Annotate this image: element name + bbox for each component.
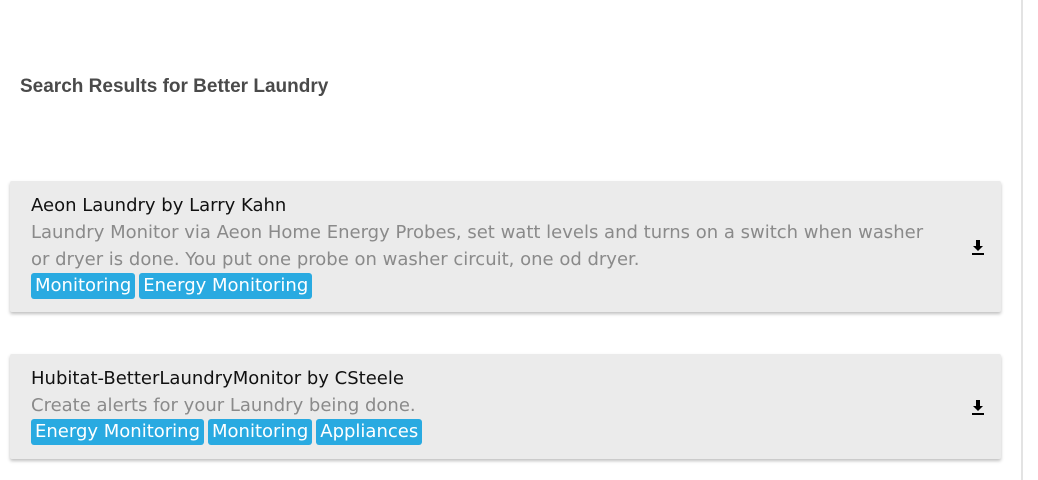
tag-badge[interactable]: Energy Monitoring (139, 273, 313, 299)
tag-list: Monitoring Energy Monitoring (31, 273, 931, 299)
tag-list: Energy Monitoring Monitoring Appliances (31, 419, 931, 445)
scrollbar-track[interactable] (1021, 0, 1023, 480)
tag-badge[interactable]: Monitoring (208, 419, 313, 445)
result-title[interactable]: Hubitat-BetterLaundryMonitor by CSteele (31, 366, 931, 392)
tag-badge[interactable]: Energy Monitoring (31, 419, 204, 445)
result-description: Create alerts for your Laundry being don… (31, 395, 416, 416)
result-card[interactable]: Hubitat-BetterLaundryMonitor by CSteele … (10, 354, 1001, 459)
download-icon (972, 400, 984, 415)
search-results-page: Search Results for Better Laundry Aeon L… (0, 0, 1038, 480)
page-title: Search Results for Better Laundry (20, 76, 329, 97)
result-description: Laundry Monitor via Aeon Home Energy Pro… (31, 222, 924, 270)
download-icon (972, 240, 984, 255)
download-icon[interactable] (969, 238, 987, 256)
tag-badge[interactable]: Appliances (316, 419, 423, 445)
download-icon[interactable] (969, 398, 987, 416)
result-card[interactable]: Aeon Laundry by Larry Kahn Laundry Monit… (10, 181, 1001, 312)
tag-badge[interactable]: Monitoring (31, 273, 136, 299)
result-title[interactable]: Aeon Laundry by Larry Kahn (31, 193, 931, 219)
